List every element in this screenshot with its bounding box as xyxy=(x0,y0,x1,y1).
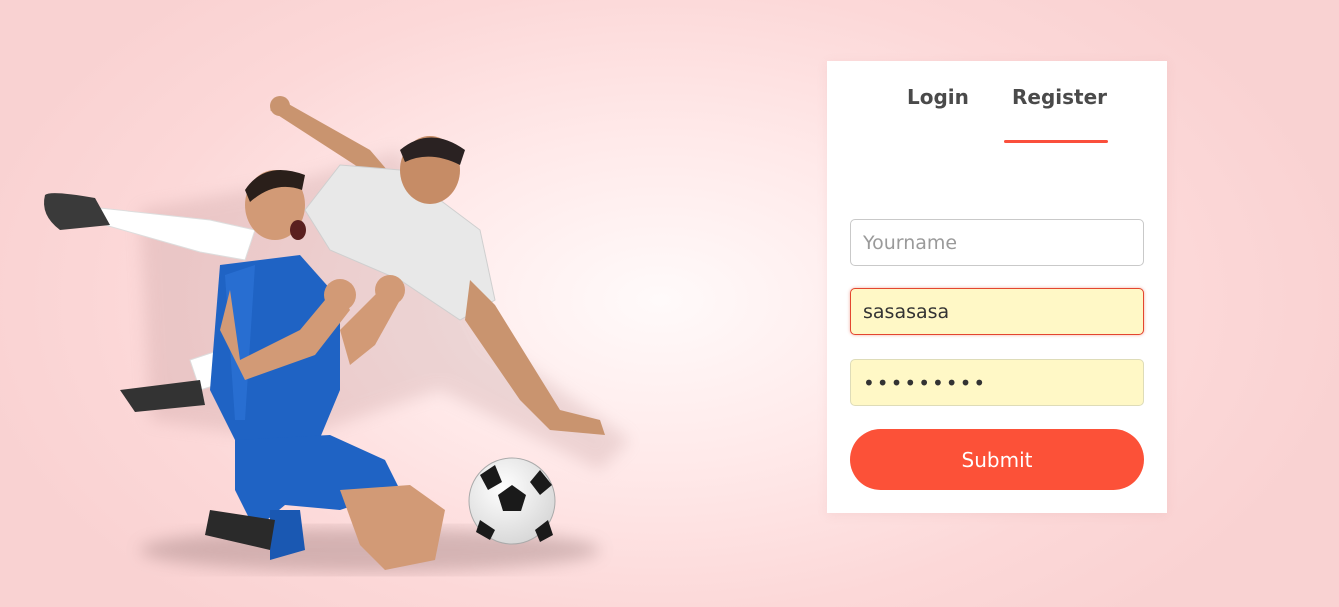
password-input[interactable] xyxy=(850,359,1144,406)
active-tab-indicator xyxy=(1004,140,1108,143)
name-input[interactable] xyxy=(850,219,1144,266)
tab-login[interactable]: Login xyxy=(899,83,977,117)
soccer-ball xyxy=(468,457,556,545)
tab-register[interactable]: Register xyxy=(1004,83,1115,117)
hero-football-players-image xyxy=(40,90,640,590)
submit-button[interactable]: Submit xyxy=(850,429,1144,490)
auth-tabs: Login Register xyxy=(827,83,1167,143)
auth-card: Login Register Submit xyxy=(827,61,1167,513)
email-input[interactable] xyxy=(850,288,1144,335)
football-players-illustration xyxy=(44,96,630,572)
